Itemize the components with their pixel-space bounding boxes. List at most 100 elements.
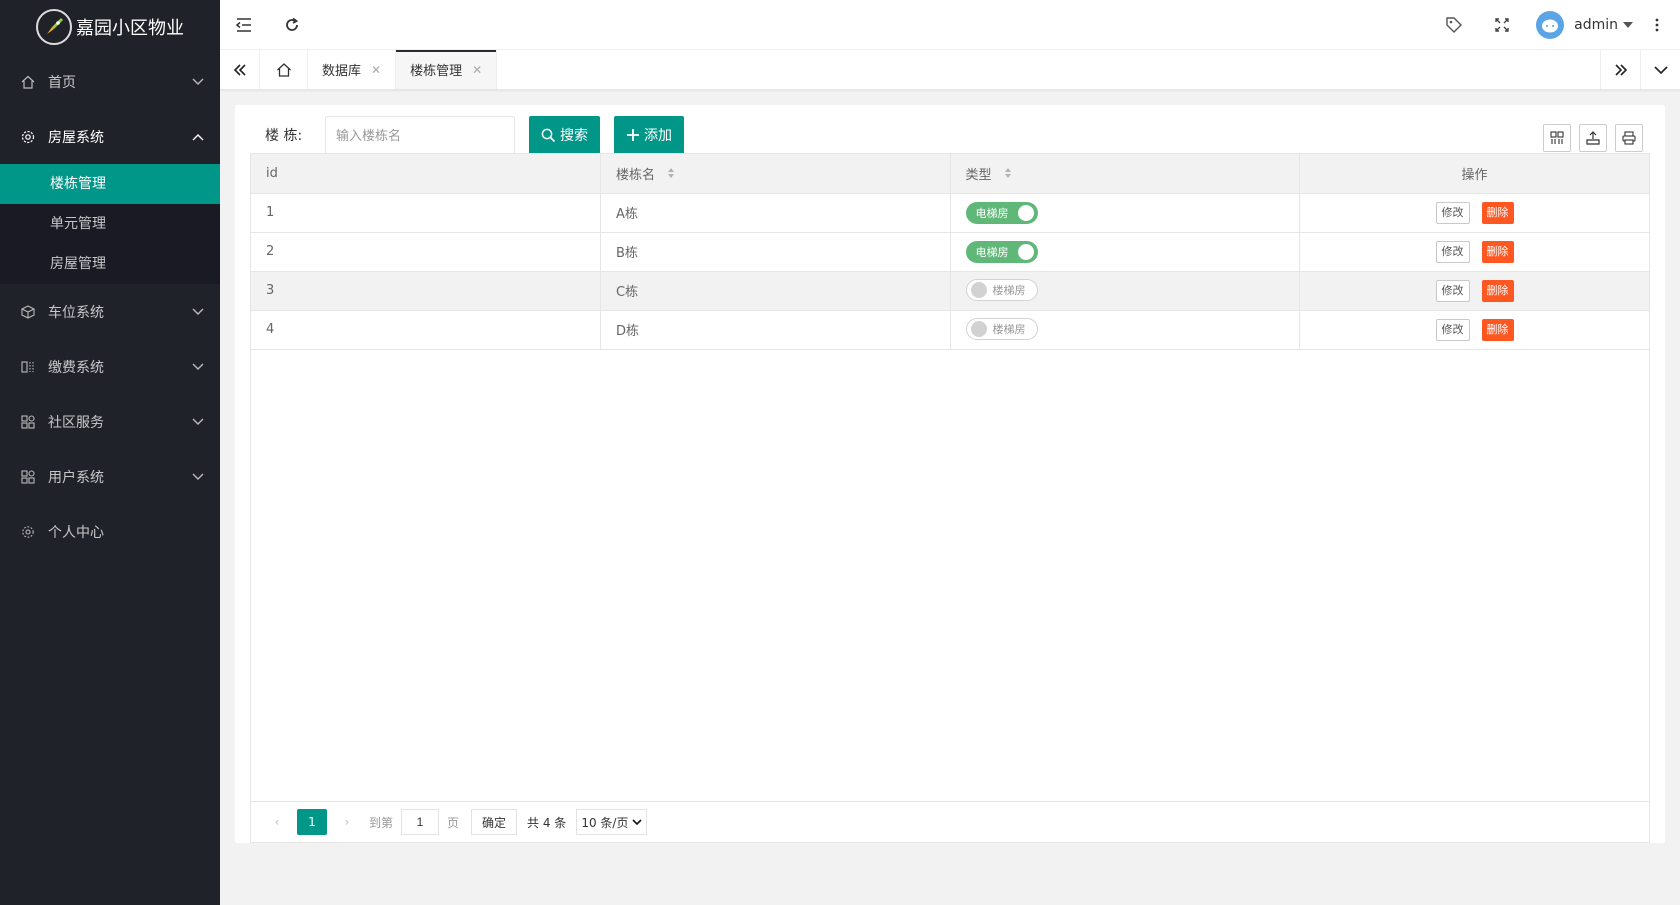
sidebar-subitem-rooms[interactable]: 房屋管理: [0, 244, 220, 284]
table-row: 4 D栋 楼梯房 修改 删除: [251, 310, 1649, 350]
type-toggle[interactable]: 电梯房: [965, 240, 1038, 263]
prev-page-icon[interactable]: ‹: [263, 815, 291, 829]
submenu-housing: 楼栋管理 单元管理 房屋管理: [0, 164, 220, 284]
total-count: 共 4 条: [527, 815, 567, 830]
next-page-icon[interactable]: ›: [333, 815, 361, 829]
cell-name: C栋: [600, 271, 951, 311]
sort-icon[interactable]: [1004, 167, 1012, 183]
goto-label: 到第: [369, 815, 394, 830]
search-toolbar: 楼 栋: 搜索 添加: [235, 115, 1665, 155]
tag-icon[interactable]: [1430, 0, 1478, 50]
add-button[interactable]: 添加: [614, 116, 684, 154]
sidebar-item-label: 车位系统: [48, 304, 104, 321]
current-page[interactable]: 1: [297, 809, 327, 835]
delete-button[interactable]: 删除: [1481, 240, 1514, 263]
table-row: 2 B栋 电梯房 修改 删除: [251, 232, 1649, 272]
goto-page-input[interactable]: [401, 809, 440, 835]
delete-button[interactable]: 删除: [1481, 279, 1514, 302]
search-button[interactable]: 搜索: [529, 116, 600, 154]
sidebar-item-label: 房屋系统: [48, 129, 104, 146]
tabs-scroll-left-icon[interactable]: [220, 50, 260, 89]
type-toggle[interactable]: 楼梯房: [965, 318, 1038, 340]
chevron-down-icon: [632, 819, 643, 826]
export-icon[interactable]: [1579, 124, 1607, 152]
cell-id: 4: [251, 310, 601, 350]
edit-button[interactable]: 修改: [1435, 279, 1470, 302]
column-header-id[interactable]: id: [251, 154, 601, 194]
refresh-icon[interactable]: [268, 0, 316, 50]
app-title: 嘉园小区物业: [76, 18, 184, 39]
plus-icon: [627, 129, 639, 141]
close-icon[interactable]: ✕: [472, 63, 482, 77]
sidebar-item-label: 个人中心: [48, 524, 104, 541]
toggle-knob: [1017, 204, 1034, 221]
sidebar-item-parking[interactable]: 车位系统: [0, 284, 220, 339]
building-filter-label: 楼 栋:: [265, 128, 303, 144]
table-header-row: id 楼栋名 类型 操作: [251, 154, 1649, 194]
gear-icon: [20, 129, 36, 145]
sidebar-item-home[interactable]: 首页: [0, 54, 220, 109]
cell-actions: 修改 删除: [1299, 310, 1649, 350]
sidebar-item-community[interactable]: 社区服务: [0, 394, 220, 449]
user-menu[interactable]: admin: [1536, 10, 1634, 39]
cell-type: 电梯房: [950, 232, 1300, 272]
sidebar-item-housing[interactable]: 房屋系统: [0, 109, 220, 164]
sidebar-subitem-buildings[interactable]: 楼栋管理: [0, 164, 220, 204]
toggle-knob: [1017, 243, 1034, 260]
table-row: 1 A栋 电梯房 修改 删除: [251, 193, 1649, 233]
tab-bar: 数据库 ✕ 楼栋管理 ✕: [220, 50, 1680, 90]
chevron-up-icon: [192, 129, 204, 145]
collapse-menu-icon[interactable]: [220, 0, 268, 50]
edit-button[interactable]: 修改: [1435, 201, 1470, 224]
sidebar-item-users[interactable]: 用户系统: [0, 449, 220, 504]
cell-id: 2: [251, 232, 601, 272]
print-icon[interactable]: [1615, 124, 1643, 152]
table-row: 3 C栋 楼梯房 修改 删除: [251, 271, 1649, 311]
type-toggle[interactable]: 楼梯房: [965, 279, 1038, 301]
more-vertical-icon[interactable]: [1634, 0, 1680, 50]
tabs-scroll-right-icon[interactable]: [1600, 50, 1640, 89]
delete-button[interactable]: 删除: [1481, 201, 1514, 224]
tab-database[interactable]: 数据库 ✕: [308, 50, 397, 89]
buildings-table: id 楼栋名 类型 操作 1 A栋 电梯房 修改 删除 2 B栋 电梯房 修改 …: [251, 154, 1649, 350]
home-tab-icon[interactable]: [260, 50, 308, 89]
goto-confirm-button[interactable]: 确定: [471, 809, 518, 835]
cell-type: 电梯房: [950, 193, 1300, 233]
toggle-label: 电梯房: [975, 206, 1009, 220]
search-input[interactable]: [325, 116, 515, 154]
home-icon: [20, 74, 36, 90]
page-size-select[interactable]: 10 条/页: [576, 809, 648, 835]
tab-label: 楼栋管理: [410, 64, 463, 79]
settings-icon: [20, 524, 36, 540]
type-toggle[interactable]: 电梯房: [965, 201, 1038, 224]
page-unit-label: 页: [447, 815, 460, 830]
tab-buildings[interactable]: 楼栋管理 ✕: [396, 50, 498, 89]
caret-down-icon: [1622, 17, 1634, 33]
tab-label: 数据库: [322, 64, 362, 79]
sidebar-item-profile[interactable]: 个人中心: [0, 504, 220, 559]
edit-button[interactable]: 修改: [1435, 318, 1470, 341]
toggle-label: 楼梯房: [992, 323, 1026, 336]
pagination: ‹ 1 › 到第 页 确定 共 4 条 10 条/页: [251, 801, 1649, 842]
cell-name: B栋: [600, 232, 951, 272]
delete-button[interactable]: 删除: [1481, 318, 1514, 341]
fullscreen-icon[interactable]: [1478, 0, 1526, 50]
close-icon[interactable]: ✕: [371, 63, 381, 77]
column-header-name[interactable]: 楼栋名: [600, 154, 951, 194]
sidebar-item-payment[interactable]: 缴费系统: [0, 339, 220, 394]
sort-icon[interactable]: [667, 167, 675, 183]
app-logo[interactable]: 嘉园小区物业: [0, 0, 220, 54]
toggle-knob: [970, 282, 987, 298]
apps-icon: [20, 414, 36, 430]
columns-filter-icon[interactable]: [1543, 124, 1571, 152]
sidebar-item-label: 首页: [48, 74, 76, 91]
chevron-down-icon: [192, 359, 204, 375]
column-header-type[interactable]: 类型: [950, 154, 1300, 194]
tabs-menu-chevron-icon[interactable]: [1640, 50, 1680, 89]
top-header: admin: [220, 0, 1680, 50]
cell-name: A栋: [600, 193, 951, 233]
cell-type: 楼梯房: [950, 310, 1300, 350]
sidebar-subitem-units[interactable]: 单元管理: [0, 204, 220, 244]
edit-button[interactable]: 修改: [1435, 240, 1470, 263]
toggle-label: 楼梯房: [992, 284, 1026, 297]
